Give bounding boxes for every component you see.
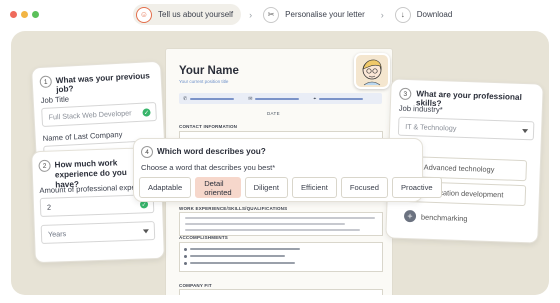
job-title-label: Job Title <box>40 94 70 106</box>
job-title-value: Full Stack Web Developer <box>48 108 132 122</box>
top-bar: ☺ Tell us about yourself › ✂ Personalise… <box>0 0 560 30</box>
accomplishments-section-label: ACCOMPLISHMENTS <box>179 235 228 240</box>
resume-name: Your Name <box>179 65 239 77</box>
unit-value: Years <box>47 229 67 239</box>
step-personalise[interactable]: ✂ Personalise your letter <box>260 4 373 25</box>
skill-suggestion[interactable]: + benchmarking <box>400 205 526 232</box>
avatar <box>354 53 390 89</box>
progress-steps: ☺ Tell us about yourself › ✂ Personalise… <box>133 4 460 25</box>
question-number: 1 <box>39 75 53 89</box>
location-icon: ⌖ <box>313 96 364 102</box>
window-controls <box>10 11 39 18</box>
step-label: Tell us about yourself <box>158 10 234 19</box>
step-label: Personalise your letter <box>285 10 365 19</box>
industry-label: Job industry* <box>398 103 443 115</box>
question-text: Which word describes you? <box>157 147 266 156</box>
contact-row: ✆ ✉ ⌖ <box>179 93 382 104</box>
question-text: What was your previous job? <box>55 71 151 95</box>
industry-select[interactable]: IT & Technology <box>397 116 535 141</box>
word-chip[interactable]: Diligent <box>244 177 288 198</box>
work-section-label: WORK EXPERIENCE/SKILLS/QUALIFICATIONS <box>179 206 288 211</box>
word-chip[interactable]: Proactive <box>391 177 442 198</box>
resume-position: Your current position title <box>179 79 229 84</box>
date-label: DATE <box>267 111 280 116</box>
company-label: Name of Last Company <box>42 129 123 143</box>
step-label: Download <box>416 10 453 19</box>
company-fit-section-label: COMPANY FIT <box>179 283 212 288</box>
email-icon: ✉ <box>248 96 300 102</box>
plus-icon: + <box>403 209 417 223</box>
question-number: 4 <box>141 146 153 158</box>
smiley-icon: ☺ <box>136 6 152 23</box>
word-options: Adaptable Detail oriented Diligent Effic… <box>139 177 442 198</box>
question-number: 3 <box>399 87 412 101</box>
job-title-field[interactable]: Full Stack Web Developer <box>41 101 157 127</box>
contact-section-label: CONTACT INFORMATION <box>179 124 238 129</box>
amount-value: 2 <box>46 202 52 212</box>
step-tell-us[interactable]: ☺ Tell us about yourself <box>133 4 242 25</box>
work-box <box>179 212 383 236</box>
maximize-window-dot[interactable] <box>32 11 39 18</box>
step-download[interactable]: ↓ Download <box>392 4 461 25</box>
word-chip-selected[interactable]: Detail oriented <box>195 177 241 198</box>
skill-suggestion-label: Advanced technology <box>423 162 495 175</box>
preview-stage: Your Name Your current position title ✆ … <box>11 31 549 295</box>
phone-icon: ✆ <box>183 96 235 102</box>
dropdown-arrow-icon <box>522 128 529 134</box>
close-window-dot[interactable] <box>10 11 17 18</box>
industry-value: IT & Technology <box>405 121 457 133</box>
chevron-right-icon: › <box>249 9 253 20</box>
company-fit-box <box>179 289 383 295</box>
accomplishments-box <box>179 242 383 272</box>
word-chip[interactable]: Adaptable <box>139 177 192 198</box>
word-chip[interactable]: Focused <box>340 177 388 198</box>
word-prompt: Choose a word that describes you best* <box>141 163 276 172</box>
unit-select[interactable]: Years <box>40 221 156 245</box>
skill-suggestion-label: benchmarking <box>420 212 468 224</box>
minimize-window-dot[interactable] <box>21 11 28 18</box>
question-number: 2 <box>38 159 51 173</box>
chevron-right-icon: › <box>380 9 384 20</box>
dropdown-arrow-icon <box>142 229 150 234</box>
scissors-icon: ✂ <box>263 6 280 23</box>
describe-word-card: 4 Which word describes you? Choose a wor… <box>133 138 442 202</box>
download-icon: ↓ <box>394 6 411 23</box>
word-chip[interactable]: Efficient <box>291 177 337 198</box>
